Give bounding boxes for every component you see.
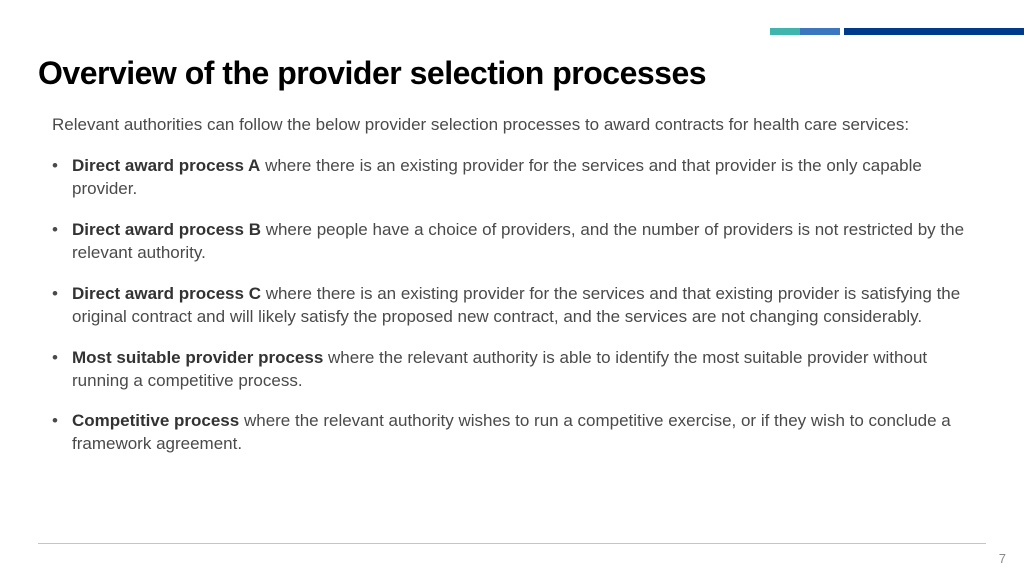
accent-segment-darkblue: [844, 28, 1024, 35]
bullet-lead: Direct award process B: [72, 220, 261, 239]
top-accent-bar: [770, 28, 1024, 35]
list-item: Direct award process C where there is an…: [52, 283, 986, 329]
accent-segment-teal: [770, 28, 800, 35]
bottom-divider: [38, 543, 986, 544]
list-item: Direct award process A where there is an…: [52, 155, 986, 201]
accent-segment-medblue: [800, 28, 840, 35]
list-item: Direct award process B where people have…: [52, 219, 986, 265]
page-title: Overview of the provider selection proce…: [38, 55, 986, 92]
slide-content: Overview of the provider selection proce…: [0, 0, 1024, 456]
list-item: Competitive process where the relevant a…: [52, 410, 986, 456]
intro-text: Relevant authorities can follow the belo…: [38, 114, 986, 137]
list-item: Most suitable provider process where the…: [52, 347, 986, 393]
bullet-lead: Competitive process: [72, 411, 239, 430]
page-number: 7: [999, 551, 1006, 566]
bullet-lead: Direct award process C: [72, 284, 261, 303]
process-list: Direct award process A where there is an…: [38, 155, 986, 456]
bullet-lead: Most suitable provider process: [72, 348, 323, 367]
bullet-lead: Direct award process A: [72, 156, 260, 175]
